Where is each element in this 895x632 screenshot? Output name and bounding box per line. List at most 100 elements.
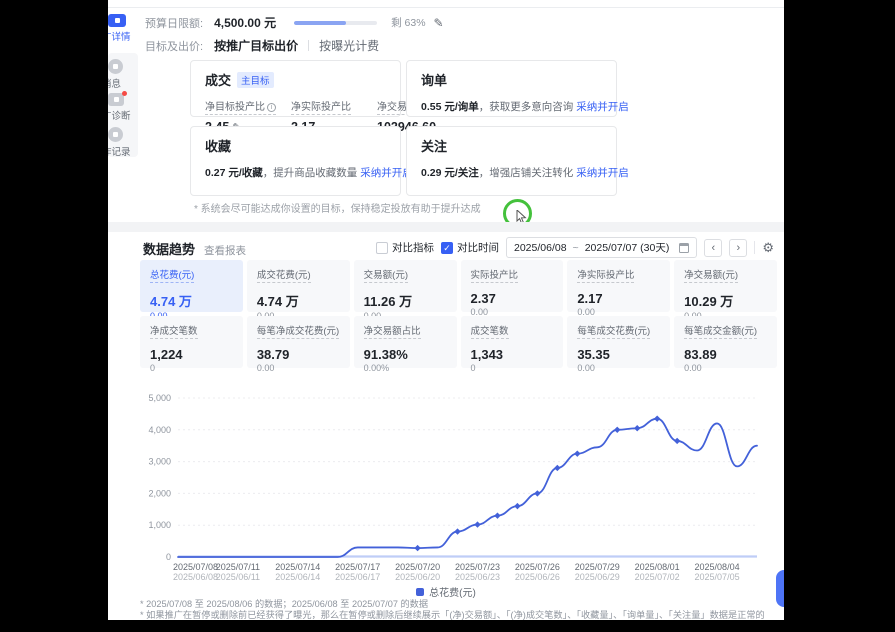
screen: 广详情 消息 广诊断 作记录 预算日限额: 4,500.00 元 剩 63% ✎: [0, 0, 895, 632]
tile-compare-value: 0.00%: [364, 363, 447, 373]
tile-value: 35.35: [577, 347, 660, 362]
svg-text:2025/06/08: 2025/06/08: [173, 572, 218, 580]
prev-period-button[interactable]: ‹: [704, 239, 722, 257]
checkbox-unchecked-icon[interactable]: [376, 242, 388, 254]
date-range-picker[interactable]: 2025/06/08 ~ 2025/07/07 (30天): [506, 237, 697, 258]
svg-text:3,000: 3,000: [148, 457, 171, 467]
line-chart-svg: 01,0002,0003,0004,0005,0002025/07/082025…: [134, 388, 778, 580]
metric-tile-8[interactable]: 净交易额占比91.38%0.00%: [354, 316, 457, 368]
tile-label: 成交花费(元): [257, 267, 311, 283]
adopt-enable-link[interactable]: 采纳并开启: [360, 167, 413, 179]
date-end: 2025/07/07 (30天): [585, 240, 670, 255]
tile-label: 净交易额(元): [684, 267, 738, 283]
legend-label[interactable]: 总花费(元): [429, 584, 476, 599]
tile-label: 净成交笔数: [150, 323, 198, 339]
calendar-icon: [679, 243, 689, 253]
goal-tabs: 按推广目标出价 按曝光计费: [214, 37, 379, 54]
data-point: [514, 503, 520, 509]
sidebar-item-records[interactable]: 作记录: [108, 127, 138, 158]
card-title: 收藏: [205, 136, 231, 155]
svg-text:2025/07/02: 2025/07/02: [635, 572, 680, 580]
adopt-enable-link[interactable]: 采纳并开启: [576, 101, 629, 113]
card-favorite: 收藏 0.27 元/收藏，提升商品收藏数量 采纳并开启: [190, 126, 401, 196]
metric-tile-2[interactable]: 交易额(元)11.26 万0.00: [354, 260, 457, 312]
data-point: [534, 490, 540, 496]
metric-tile-9[interactable]: 成交笔数1,3430: [461, 316, 564, 368]
metric-label: 净实际投产比: [291, 98, 351, 115]
tile-compare-value: 0.00: [684, 363, 767, 373]
compare-time-checkbox[interactable]: ✓ 对比时间: [441, 240, 499, 255]
sidebar-item-message[interactable]: 消息: [108, 59, 138, 90]
goal-label: 目标及出价:: [145, 38, 203, 54]
sidebar-item-label: 消息: [108, 76, 138, 90]
gear-icon[interactable]: ⚙: [762, 240, 774, 256]
spend-line: [178, 419, 757, 557]
tab-divider: [308, 40, 309, 51]
floating-action-button[interactable]: [776, 570, 784, 607]
svg-text:2025/07/11: 2025/07/11: [216, 562, 260, 572]
tile-label: 成交笔数: [471, 323, 509, 339]
metric-label: 净目标投产比i: [205, 98, 276, 115]
history-icon: [108, 127, 123, 142]
date-separator: ~: [573, 242, 579, 254]
compare-metric-checkbox[interactable]: 对比指标: [376, 240, 434, 255]
sidebar-item-diagnosis[interactable]: 广诊断: [108, 93, 138, 122]
svg-text:2025/07/14: 2025/07/14: [275, 562, 320, 572]
card-inquiry: 询单 0.55 元/询单，获取更多意向咨询 采纳并开启: [406, 60, 617, 117]
svg-text:2025/06/23: 2025/06/23: [455, 572, 500, 580]
tile-label: 实际投产比: [471, 267, 519, 283]
sidebar-item-label: 作记录: [108, 144, 138, 158]
tab-bid-by-impression[interactable]: 按曝光计费: [319, 37, 379, 54]
data-point: [574, 450, 580, 456]
tile-label: 每笔净成交花费(元): [257, 323, 339, 339]
budget-progress-bar: [294, 21, 377, 25]
tab-bid-by-goal[interactable]: 按推广目标出价: [214, 37, 298, 54]
date-start: 2025/06/08: [514, 242, 567, 254]
metric-tile-10[interactable]: 每笔成交花费(元)35.350.00: [567, 316, 670, 368]
compare-time-label: 对比时间: [457, 240, 499, 255]
svg-text:2025/07/23: 2025/07/23: [455, 562, 500, 572]
message-icon: [108, 59, 123, 74]
metric-tile-4[interactable]: 净实际投产比2.170.00: [567, 260, 670, 312]
adopt-enable-link[interactable]: 采纳并开启: [576, 167, 629, 179]
top-divider: [108, 0, 784, 8]
tile-compare-value: 0: [150, 363, 233, 373]
metric-tile-3[interactable]: 实际投产比2.370.00: [461, 260, 564, 312]
data-point: [554, 465, 560, 471]
svg-text:2025/06/17: 2025/06/17: [335, 572, 380, 580]
card-follow: 关注 0.29 元/关注，增强店铺关注转化 采纳并开启: [406, 126, 617, 196]
next-period-button[interactable]: ›: [729, 239, 747, 257]
svg-text:2025/07/17: 2025/07/17: [335, 562, 380, 572]
data-point: [474, 521, 480, 527]
trend-tiles: 总花费(元)4.74 万0.00成交花费(元)4.74 万0.00交易额(元)1…: [140, 260, 777, 368]
metric-tile-0[interactable]: 总花费(元)4.74 万0.00: [140, 260, 243, 312]
metric-tile-1[interactable]: 成交花费(元)4.74 万0.00: [247, 260, 350, 312]
tile-compare-value: 0: [471, 363, 554, 373]
svg-text:2025/06/14: 2025/06/14: [275, 572, 320, 580]
tile-compare-value: 0.00: [577, 363, 660, 373]
promo-detail-icon: [108, 14, 126, 27]
section-divider: [108, 222, 784, 232]
edit-budget-icon[interactable]: ✎: [434, 16, 444, 30]
checkbox-checked-icon[interactable]: ✓: [441, 242, 453, 254]
metric-tile-11[interactable]: 每笔成交金额(元)83.890.00: [674, 316, 777, 368]
card-description: 0.27 元/收藏，提升商品收藏数量 采纳并开启: [205, 165, 386, 180]
tile-value: 2.37: [471, 291, 554, 306]
tile-label: 每笔成交金额(元): [684, 323, 757, 339]
trend-chart: 01,0002,0003,0004,0005,0002025/07/082025…: [134, 388, 778, 580]
metric-tile-6[interactable]: 净成交笔数1,2240: [140, 316, 243, 368]
diagnosis-icon: [108, 93, 124, 106]
controls-divider: [754, 241, 755, 254]
view-report-link[interactable]: 查看报表: [204, 243, 246, 258]
budget-label: 预算日限额:: [145, 15, 203, 31]
tile-value: 1,224: [150, 347, 233, 362]
sidebar-item-detail[interactable]: 广详情: [108, 14, 138, 43]
metric-tile-7[interactable]: 每笔净成交花费(元)38.790.00: [247, 316, 350, 368]
svg-text:2025/07/26: 2025/07/26: [515, 562, 560, 572]
notification-dot: [122, 91, 127, 96]
metric-tile-5[interactable]: 净交易额(元)10.29 万0.00: [674, 260, 777, 312]
svg-text:2025/07/29: 2025/07/29: [575, 562, 620, 572]
info-icon[interactable]: i: [267, 103, 276, 112]
svg-text:2025/06/11: 2025/06/11: [216, 572, 260, 580]
tile-label: 总花费(元): [150, 267, 194, 283]
